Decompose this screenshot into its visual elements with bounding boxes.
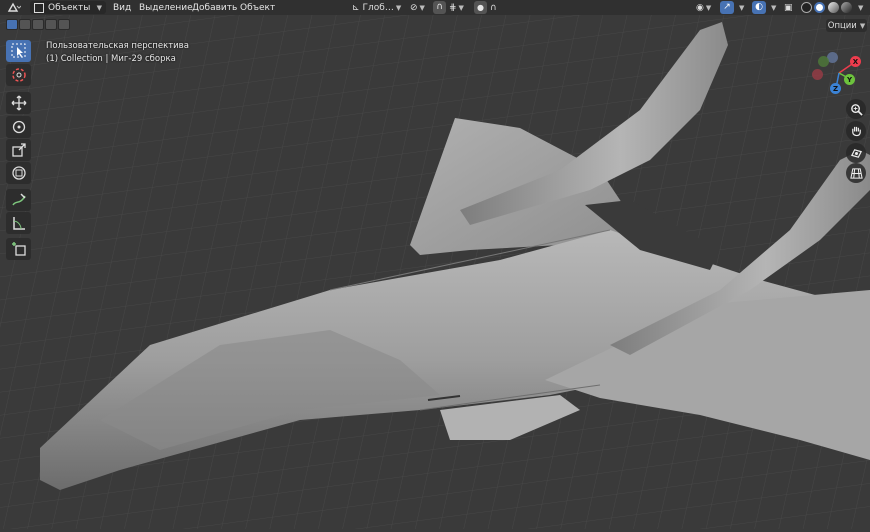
- add-cube-icon: [11, 242, 26, 256]
- chevron-down-icon: ▼: [458, 3, 464, 12]
- falloff-curve-icon: ∩: [490, 2, 497, 13]
- grid-ortho-icon: [849, 167, 863, 179]
- tool-measure[interactable]: [6, 212, 31, 234]
- 3d-viewport[interactable]: [0, 0, 870, 529]
- gizmo-select[interactable]: ▼: [737, 1, 744, 14]
- overlays-select[interactable]: ▼: [769, 1, 776, 14]
- wireframe-shading-button[interactable]: [801, 2, 812, 13]
- gizmo-y-axis[interactable]: Y: [844, 74, 855, 85]
- measure-icon: [12, 217, 25, 230]
- menu-view[interactable]: Вид: [110, 1, 134, 14]
- select-mode-new[interactable]: [6, 19, 18, 30]
- pivot-point-select[interactable]: ⊘ ▼: [410, 1, 425, 14]
- transform-icon: [11, 166, 26, 180]
- options-button[interactable]: Опции ▼: [826, 19, 867, 32]
- move-icon: [11, 95, 26, 111]
- select-mode-invert[interactable]: [45, 19, 57, 30]
- tool-annotate[interactable]: [6, 189, 31, 211]
- gizmo-toggle[interactable]: ↗: [720, 1, 734, 14]
- snap-increment-icon: ⋕: [449, 2, 457, 13]
- options-label: Опции: [827, 20, 857, 31]
- select-mode-subtract[interactable]: [32, 19, 44, 30]
- proportional-falloff-select[interactable]: ∩: [490, 1, 497, 14]
- pan-button[interactable]: [846, 121, 866, 141]
- magnet-icon: ∩: [436, 2, 443, 12]
- shading-select[interactable]: ▼: [856, 1, 863, 14]
- overlays-toggle[interactable]: ◐: [752, 1, 766, 14]
- chevron-down-icon: ▼: [395, 3, 402, 12]
- mode-select[interactable]: Объекты ▼: [30, 1, 106, 14]
- view-name: Пользовательская перспектива: [46, 41, 189, 51]
- solid-shading-button[interactable]: [814, 2, 825, 13]
- snap-target-select[interactable]: ⋕ ▼: [449, 1, 464, 14]
- tool-rotate[interactable]: [6, 116, 31, 138]
- chevron-down-icon: ▼: [705, 3, 712, 12]
- chevron-down-icon: ▼: [96, 3, 102, 12]
- eye-icon: ◉: [696, 2, 704, 13]
- overlays-icon: ◐: [755, 2, 763, 12]
- viewport-canvas[interactable]: [0, 0, 870, 529]
- menu-select[interactable]: Выделение: [136, 1, 196, 14]
- select-mode-extend[interactable]: [19, 19, 31, 30]
- gizmo-neg-y-axis[interactable]: [818, 56, 829, 67]
- material-shading-button[interactable]: [828, 2, 839, 13]
- rendered-shading-button[interactable]: [841, 2, 852, 13]
- xray-toggle[interactable]: ▣: [784, 1, 793, 14]
- tool-cursor[interactable]: [6, 64, 31, 86]
- select-cursor-icon: [11, 43, 25, 58]
- tool-transform[interactable]: [6, 162, 31, 184]
- navigation-gizmo[interactable]: X Y Z: [808, 52, 866, 96]
- snap-toggle[interactable]: ∩: [433, 1, 446, 14]
- select-mode-intersect[interactable]: [58, 19, 70, 30]
- xray-icon: ▣: [784, 2, 793, 13]
- mode-select-label: Объекты: [48, 2, 91, 13]
- chevron-down-icon: ▼: [858, 3, 864, 12]
- tool-select-box[interactable]: [6, 40, 31, 62]
- transform-orientation-select[interactable]: ⊾ Глоб… ▼: [352, 1, 401, 14]
- hand-pan-icon: [851, 126, 861, 136]
- visibility-select[interactable]: ◉ ▼: [696, 1, 711, 14]
- rotate-icon: [12, 120, 25, 134]
- proportional-icon: ●: [477, 3, 484, 12]
- cursor-icon: [11, 68, 26, 82]
- tool-scale[interactable]: [6, 139, 31, 161]
- gizmo-neg-x-axis[interactable]: [812, 69, 823, 80]
- menu-object[interactable]: Объект: [237, 1, 278, 14]
- gizmo-z-axis[interactable]: Z: [830, 83, 841, 94]
- ortho-toggle-button[interactable]: [846, 163, 866, 183]
- gizmo-icon: ↗: [723, 2, 731, 12]
- transform-orientation-label: Глоб…: [362, 2, 394, 13]
- collection-info: (1) Collection | Миг-29 сборка: [46, 54, 176, 64]
- viewport-header: Объекты ▼ Вид Выделение Добавить Объект …: [0, 0, 870, 15]
- menu-add[interactable]: Добавить: [189, 1, 240, 14]
- proportional-editing-toggle[interactable]: ●: [474, 1, 487, 14]
- orientation-icon: ⊾: [352, 2, 360, 13]
- tool-add-cube[interactable]: [6, 238, 31, 260]
- editor-type-icon[interactable]: [4, 1, 24, 14]
- tool-move[interactable]: [6, 92, 31, 114]
- chevron-down-icon: ▼: [859, 21, 866, 30]
- chevron-down-icon: ▼: [771, 3, 777, 12]
- gizmo-x-axis[interactable]: X: [850, 56, 861, 67]
- chevron-down-icon: ▼: [419, 3, 425, 12]
- zoom-button[interactable]: [846, 99, 866, 119]
- scale-icon: [11, 143, 26, 157]
- object-mode-icon: [34, 2, 44, 13]
- annotate-icon: [11, 193, 26, 206]
- chevron-down-icon: ▼: [739, 3, 745, 12]
- camera-icon: [850, 148, 862, 158]
- zoom-icon: [850, 103, 863, 116]
- camera-view-button[interactable]: [846, 143, 866, 163]
- pivot-icon: ⊘: [410, 2, 418, 13]
